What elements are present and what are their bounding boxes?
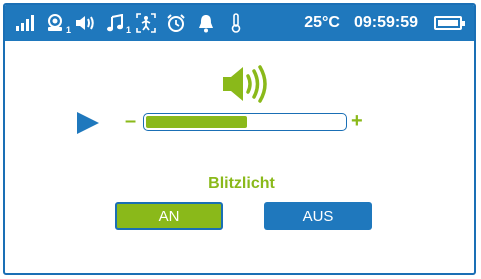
music-icon: 1 bbox=[103, 12, 131, 35]
speaker-icon bbox=[221, 65, 269, 103]
status-right: 25°C 09:59:59 bbox=[304, 14, 465, 32]
flash-off-button[interactable]: AUS bbox=[264, 202, 372, 230]
battery-full-icon bbox=[434, 16, 465, 30]
volume-slider[interactable] bbox=[143, 113, 347, 131]
status-icons: 1 1 bbox=[13, 12, 253, 35]
motion-sensor-icon bbox=[133, 12, 159, 34]
music-number: 1 bbox=[125, 25, 131, 35]
baby-unit-icon: 1 bbox=[43, 12, 71, 35]
volume-level-fill bbox=[146, 116, 247, 128]
temperature-readout: 25°C bbox=[304, 14, 340, 31]
clock-readout: 09:59:59 bbox=[353, 14, 418, 31]
volume-icon bbox=[73, 12, 99, 34]
thermometer-icon bbox=[223, 12, 249, 34]
alarm-clock-icon bbox=[163, 12, 189, 34]
monitor-screen: 1 1 25°C 09:59:59 – + Blitzlicht AN AUS bbox=[3, 3, 476, 275]
status-bar: 1 1 25°C 09:59:59 bbox=[5, 5, 474, 41]
signal-icon bbox=[13, 12, 39, 34]
volume-down-button[interactable]: – bbox=[125, 111, 136, 131]
flash-label: Blitzlicht bbox=[208, 175, 275, 192]
volume-up-button[interactable]: + bbox=[351, 111, 363, 131]
flash-on-button[interactable]: AN bbox=[115, 202, 223, 230]
baby-unit-number: 1 bbox=[65, 25, 71, 35]
bell-icon bbox=[193, 12, 219, 34]
play-icon[interactable] bbox=[75, 110, 101, 136]
